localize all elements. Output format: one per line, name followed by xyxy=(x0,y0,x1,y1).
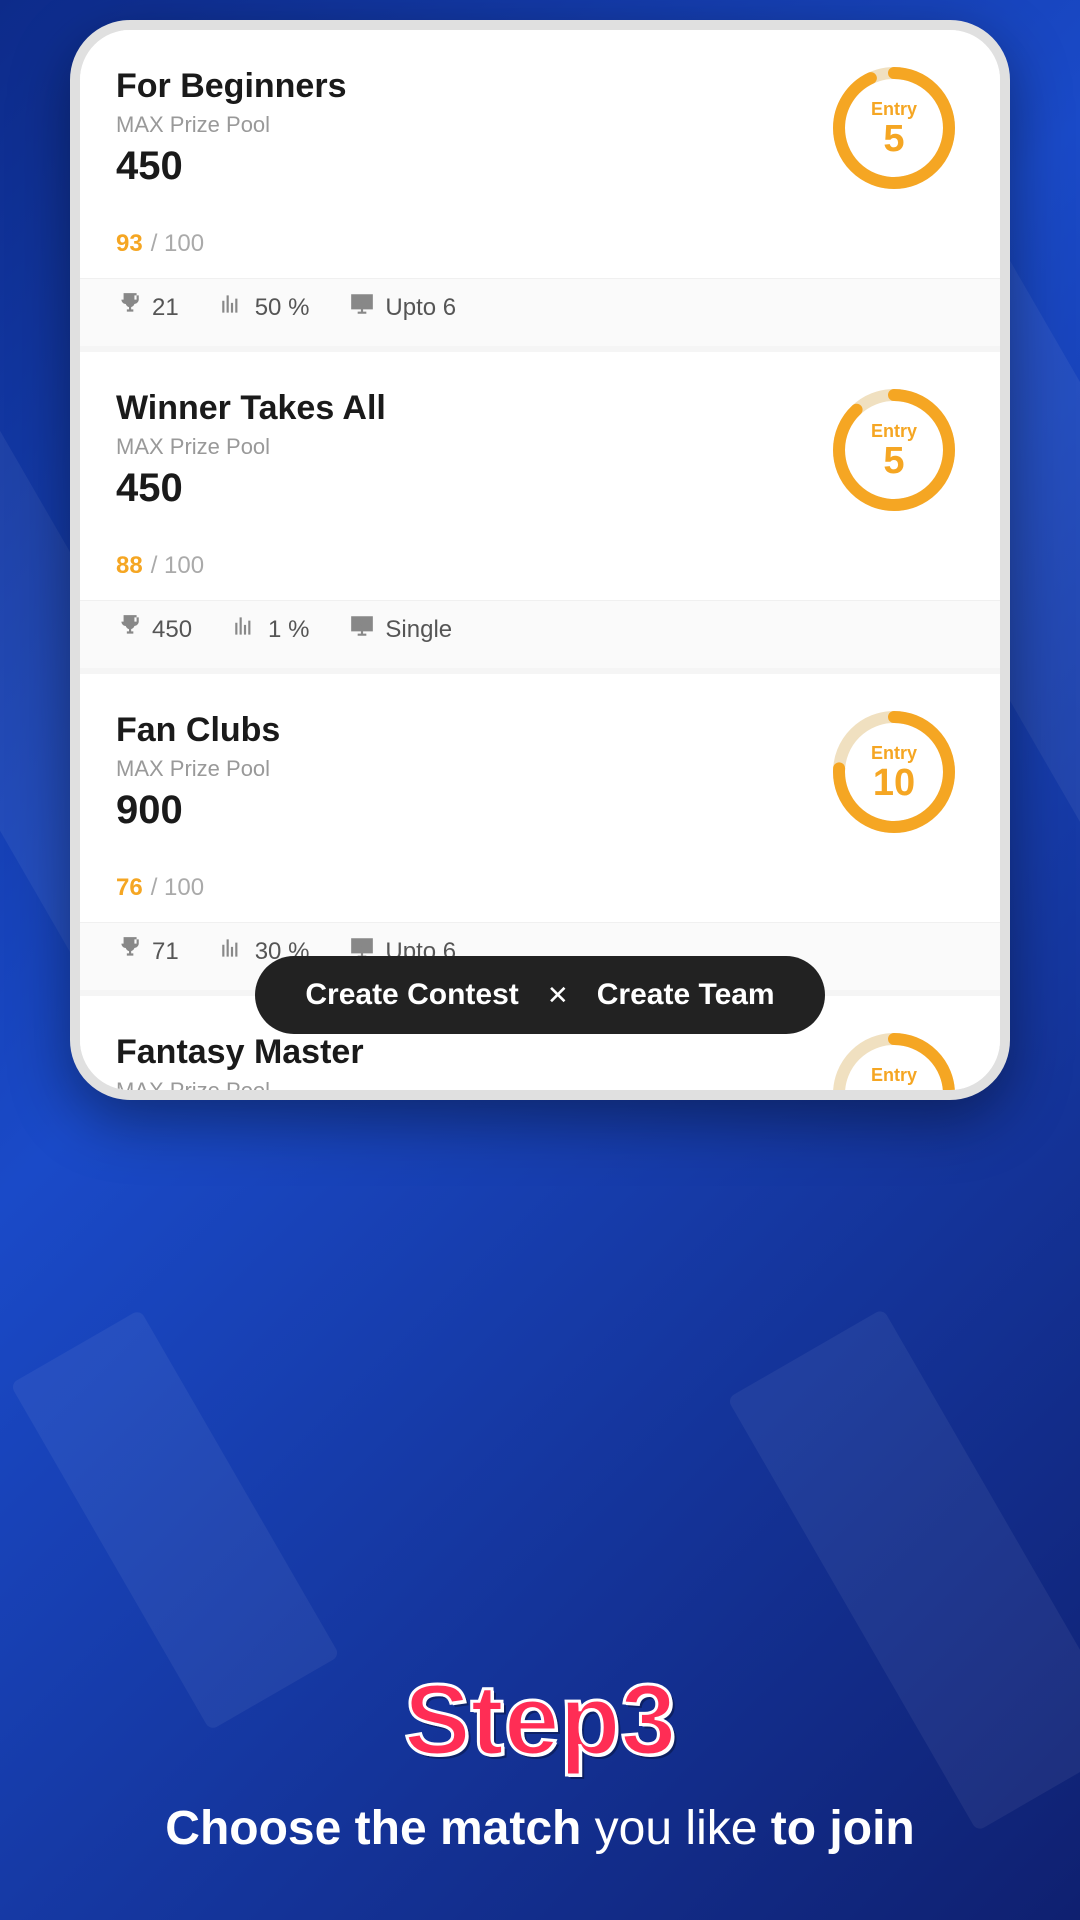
stat-icon-1 xyxy=(219,291,245,324)
contest-card-winner-takes-all[interactable]: Winner Takes All MAX Prize Pool 450 Entr… xyxy=(80,352,1000,668)
stat-icon-0 xyxy=(116,613,142,646)
stat-icon-2: S xyxy=(349,613,375,646)
card-title-fantasy-master: Fantasy Master xyxy=(116,1033,364,1072)
progress-filled-fan-clubs: 76 xyxy=(116,874,143,902)
entry-value: 5 xyxy=(883,120,904,158)
bar-divider: ✕ xyxy=(543,980,573,1010)
progress-row-winner-takes-all: 88 / 100 xyxy=(80,540,1000,600)
phone-frame: For Beginners MAX Prize Pool 450 Entry 5… xyxy=(70,20,1010,1100)
card-info-winner-takes-all: Winner Takes All MAX Prize Pool 450 xyxy=(116,389,386,511)
entry-value: 5 xyxy=(883,442,904,480)
progress-row-beginners: 93 / 100 xyxy=(80,218,1000,278)
stat-item-2: M Upto 6 xyxy=(349,291,456,324)
entry-label: Entry xyxy=(871,421,917,442)
entry-donut: Entry 10 xyxy=(824,702,964,842)
entry-donut: Entry 5 xyxy=(824,58,964,198)
phone-inner: For Beginners MAX Prize Pool 450 Entry 5… xyxy=(80,30,1000,1090)
card-stats-winner-takes-all: 450 1 % S Single xyxy=(80,600,1000,668)
entry-donut: Entry 5 xyxy=(824,380,964,520)
prize-label-fan-clubs: MAX Prize Pool xyxy=(116,756,280,782)
bottom-section: Step3 Choose the match you like to join xyxy=(0,1120,1080,1920)
card-info-beginners: For Beginners MAX Prize Pool 450 xyxy=(116,67,346,189)
entry-value: 200 xyxy=(862,1086,925,1091)
progress-total-fan-clubs: / 100 xyxy=(151,874,204,902)
stat-item-2: S Single xyxy=(349,613,452,646)
create-team-button[interactable]: Create Team xyxy=(597,978,775,1012)
prize-label-fantasy-master: MAX Prize Pool xyxy=(116,1078,364,1090)
entry-label: Entry xyxy=(871,99,917,120)
card-main-winner-takes-all: Winner Takes All MAX Prize Pool 450 Entr… xyxy=(80,352,1000,540)
prize-label-winner-takes-all: MAX Prize Pool xyxy=(116,434,386,460)
stat-value-1: 1 % xyxy=(268,616,309,644)
entry-label: Entry xyxy=(871,1065,917,1086)
card-stats-beginners: 21 50 % M Upto 6 xyxy=(80,278,1000,346)
prize-value-winner-takes-all: 450 xyxy=(116,466,386,511)
svg-text:M: M xyxy=(358,296,366,307)
step-desc-normal: you like xyxy=(581,1802,770,1855)
card-info-fan-clubs: Fan Clubs MAX Prize Pool 900 xyxy=(116,711,280,833)
stat-item-0: 21 xyxy=(116,291,179,324)
card-info-fantasy-master: Fantasy Master MAX Prize Pool 18,000 xyxy=(116,1033,364,1090)
contest-card-fan-clubs[interactable]: Fan Clubs MAX Prize Pool 900 Entry 10 76… xyxy=(80,674,1000,990)
contest-list: For Beginners MAX Prize Pool 450 Entry 5… xyxy=(80,30,1000,1090)
stat-value-0: 450 xyxy=(152,616,192,644)
stat-icon-1 xyxy=(232,613,258,646)
stat-value-2: Single xyxy=(385,616,452,644)
card-title-winner-takes-all: Winner Takes All xyxy=(116,389,386,428)
bottom-action-bar: Create Contest ✕ Create Team xyxy=(80,956,1000,1034)
prize-label-beginners: MAX Prize Pool xyxy=(116,112,346,138)
step-desc-bold1: Choose the match xyxy=(165,1802,581,1855)
prize-value-beginners: 450 xyxy=(116,144,346,189)
step-label: Step3 xyxy=(404,1663,676,1778)
donut-center: Entry 5 xyxy=(824,380,964,520)
card-main-fan-clubs: Fan Clubs MAX Prize Pool 900 Entry 10 xyxy=(80,674,1000,862)
card-title-fan-clubs: Fan Clubs xyxy=(116,711,280,750)
step-description: Choose the match you like to join xyxy=(105,1798,974,1860)
stat-item-1: 50 % xyxy=(219,291,310,324)
progress-filled-winner-takes-all: 88 xyxy=(116,552,143,580)
stat-icon-2: M xyxy=(349,291,375,324)
stat-item-1: 1 % xyxy=(232,613,309,646)
contest-card-beginners[interactable]: For Beginners MAX Prize Pool 450 Entry 5… xyxy=(80,30,1000,346)
card-main-beginners: For Beginners MAX Prize Pool 450 Entry 5 xyxy=(80,30,1000,218)
donut-center: Entry 5 xyxy=(824,58,964,198)
create-contest-button[interactable]: Create Contest xyxy=(305,978,518,1012)
entry-value: 10 xyxy=(873,764,915,802)
stat-icon-0 xyxy=(116,291,142,324)
progress-total-beginners: / 100 xyxy=(151,230,204,258)
progress-row-fan-clubs: 76 / 100 xyxy=(80,862,1000,922)
step-desc-bold2: to join xyxy=(771,1802,915,1855)
entry-label: Entry xyxy=(871,743,917,764)
progress-filled-beginners: 93 xyxy=(116,230,143,258)
stat-item-0: 450 xyxy=(116,613,192,646)
stat-value-2: Upto 6 xyxy=(385,294,456,322)
svg-text:S: S xyxy=(359,618,366,629)
prize-value-fan-clubs: 900 xyxy=(116,788,280,833)
stat-value-0: 21 xyxy=(152,294,179,322)
stat-value-1: 50 % xyxy=(255,294,310,322)
progress-total-winner-takes-all: / 100 xyxy=(151,552,204,580)
cross-icon: ✕ xyxy=(547,980,569,1011)
card-title-beginners: For Beginners xyxy=(116,67,346,106)
donut-center: Entry 10 xyxy=(824,702,964,842)
svg-text:M: M xyxy=(358,940,366,951)
